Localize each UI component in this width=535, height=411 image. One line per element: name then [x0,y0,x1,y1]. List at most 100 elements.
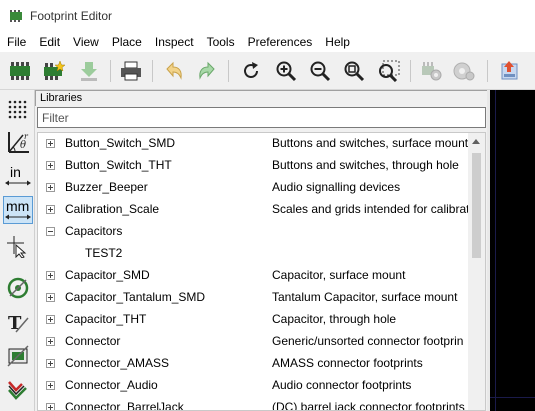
library-name: Capacitors [65,224,123,238]
library-name: TEST2 [85,246,123,260]
expand-icon[interactable] [46,359,55,368]
library-description: Capacitor, through hole [272,312,397,326]
units-mm-button[interactable]: mm [3,196,33,224]
expand-icon[interactable] [46,337,55,346]
library-name: Connector [65,334,121,348]
title-bar: Footprint Editor [0,0,535,32]
menu-tools[interactable]: Tools [200,35,241,49]
library-row[interactable]: Capacitor_THT Capacitor, through hole [38,309,468,331]
library-row[interactable]: Capacitors [38,221,468,243]
library-row[interactable]: Connector_Audio Audio connector footprint… [38,375,468,397]
refresh-icon[interactable] [237,57,265,85]
print-icon[interactable] [117,57,145,85]
zoom-out-icon[interactable] [306,57,334,85]
units-inch-label: in [10,164,21,180]
libraries-header: Libraries [35,90,490,106]
expand-icon[interactable] [46,293,55,302]
expand-icon[interactable] [46,381,55,390]
zoom-fit-icon[interactable] [340,57,368,85]
library-name: Connector_Audio [65,378,158,392]
library-description: (DC) barrel jack connector footprints [272,400,465,411]
left-toolbar: θr in mm T [0,90,35,411]
library-name: Capacitor_Tantalum_SMD [65,290,206,304]
library-row[interactable]: Connector_AMASS AMASS connector footprint… [38,353,468,375]
canvas-axis-horizontal [490,397,535,398]
save-icon[interactable] [75,57,103,85]
tree-scrollbar[interactable] [468,133,485,410]
library-description: Capacitor, surface mount [272,268,406,282]
units-inch-button[interactable]: in [3,162,33,190]
load-from-board-icon[interactable] [495,57,523,85]
libraries-header-label: Libraries [40,92,83,104]
window-title: Footprint Editor [30,9,113,23]
svg-text:θ: θ [20,140,26,151]
expand-icon[interactable] [46,205,55,214]
main-toolbar [0,52,535,90]
footprint-canvas[interactable] [490,90,535,411]
library-name: Button_Switch_SMD [65,136,176,150]
library-name: Calibration_Scale [65,202,160,216]
cursor-crosshair-icon[interactable] [3,232,33,260]
libraries-panel: Libraries Connector_BarrelJack (DC) barre… [35,90,490,411]
redo-icon[interactable] [193,57,221,85]
collapse-icon[interactable] [46,227,55,236]
pad-display-mode-icon[interactable] [3,274,33,302]
menu-bar: File Edit View Place Inspect Tools Prefe… [0,32,535,52]
menu-place[interactable]: Place [105,35,148,49]
zoom-in-icon[interactable] [272,57,300,85]
polar-coords-icon[interactable]: θr [3,128,33,156]
library-row[interactable]: Button_Switch_THT Buttons and switches, t… [38,155,468,177]
library-row[interactable]: Buzzer_Beeper Audio signalling devices [38,177,468,199]
undo-icon[interactable] [160,57,188,85]
app-icon [10,10,22,22]
expand-icon[interactable] [46,403,55,410]
library-name: Capacitor_SMD [65,268,150,282]
expand-icon[interactable] [46,161,55,170]
filter-input[interactable] [38,108,485,127]
library-row[interactable]: Capacitor_Tantalum_SMD Tantalum Capacitor… [38,287,468,309]
library-row[interactable]: Calibration_Scale Scales and grids intend… [38,199,468,221]
menu-file[interactable]: File [0,35,32,49]
scroll-thumb[interactable] [472,153,481,258]
high-contrast-mode-icon[interactable] [3,374,33,402]
units-mm-label: mm [6,198,30,214]
library-tree[interactable]: Connector_BarrelJack (DC) barrel jack con… [37,132,486,411]
library-description: Generic/unsorted connector footprin [272,334,464,348]
footprint-item[interactable]: TEST2 [38,243,468,265]
library-name: Button_Switch_THT [65,158,172,172]
library-row[interactable]: Connector_BarrelJack (DC) barrel jack con… [38,397,468,411]
library-row[interactable]: Connector Generic/unsorted connector foot… [38,331,468,353]
library-description: Buttons and switches, surface mount [272,136,468,150]
library-name: Connector_BarrelJack [65,400,184,411]
expand-icon[interactable] [46,139,55,148]
library-description: Audio signalling devices [272,180,401,194]
menu-view[interactable]: View [66,35,105,49]
library-description: Tantalum Capacitor, surface mount [272,290,458,304]
menu-preferences[interactable]: Preferences [241,35,319,49]
expand-icon[interactable] [46,315,55,324]
menu-inspect[interactable]: Inspect [148,35,200,49]
canvas-axis-vertical [495,90,496,411]
text-display-mode-icon[interactable]: T [3,308,33,336]
grid-toggle-icon[interactable] [3,96,33,124]
new-footprint-wizard-icon[interactable] [40,57,68,85]
scroll-up-icon[interactable] [472,139,480,144]
new-footprint-icon[interactable] [6,57,34,85]
svg-text:r: r [24,132,29,141]
library-name: Connector_AMASS [65,356,170,370]
graphic-display-mode-icon[interactable] [3,342,33,370]
library-name: Capacitor_THT [65,312,147,326]
menu-edit[interactable]: Edit [32,35,66,49]
library-row[interactable]: Button_Switch_SMD Buttons and switches, s… [38,133,468,155]
library-row[interactable]: Capacitor_SMD Capacitor, surface mount [38,265,468,287]
menu-help[interactable]: Help [318,35,356,49]
svg-text:T: T [8,313,22,334]
footprint-properties-icon[interactable] [417,57,445,85]
library-description: Scales and grids intended for calibrat [272,202,468,216]
expand-icon[interactable] [46,271,55,280]
zoom-selection-icon[interactable] [375,57,403,85]
library-filter[interactable] [37,107,486,128]
pad-settings-icon[interactable] [450,57,478,85]
library-name: Buzzer_Beeper [65,180,148,194]
expand-icon[interactable] [46,183,55,192]
